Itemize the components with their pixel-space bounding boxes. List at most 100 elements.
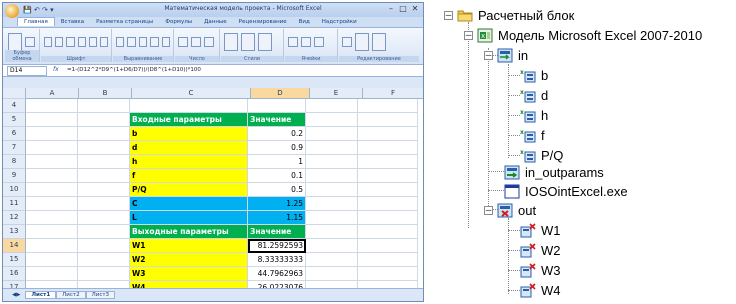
cell-d[interactable]: Значение: [248, 113, 306, 127]
format-cells-icon[interactable]: [314, 37, 324, 47]
cell-d[interactable]: 1.25: [248, 197, 306, 211]
cell-e[interactable]: [306, 267, 358, 281]
cell-b[interactable]: [78, 141, 130, 155]
row-header[interactable]: 14: [3, 239, 26, 253]
cell-e[interactable]: [306, 169, 358, 183]
cell-e[interactable]: [306, 183, 358, 197]
sheet-tab-2[interactable]: Лист2: [56, 291, 86, 299]
cell-a[interactable]: [26, 99, 78, 113]
cell-e[interactable]: [306, 99, 358, 113]
row-header[interactable]: 10: [3, 183, 26, 197]
wrap-text-icon[interactable]: [150, 37, 159, 47]
cell-c[interactable]: L: [130, 211, 248, 225]
row-header[interactable]: 6: [3, 127, 26, 141]
collapse-toggle-icon[interactable]: –: [444, 10, 453, 20]
collapse-toggle-icon[interactable]: –: [464, 30, 473, 40]
cell-c[interactable]: Выходные параметры: [130, 225, 248, 239]
cell-b[interactable]: [78, 155, 130, 169]
row-header[interactable]: 5: [3, 113, 26, 127]
fx-icon[interactable]: fx: [53, 66, 59, 73]
cell-d[interactable]: 44.7962963: [248, 267, 306, 281]
cell-c[interactable]: h: [130, 155, 248, 169]
percent-icon[interactable]: [178, 37, 188, 47]
cell-c[interactable]: d: [130, 141, 248, 155]
sheet-tab-3[interactable]: Лист3: [85, 291, 116, 299]
cell-f[interactable]: [358, 127, 418, 141]
column-header-e[interactable]: E: [310, 88, 363, 99]
border-icon[interactable]: [77, 37, 86, 47]
cell-a[interactable]: [26, 197, 78, 211]
cell-a[interactable]: [26, 113, 78, 127]
cell-c[interactable]: b: [130, 127, 248, 141]
cell-b[interactable]: [78, 239, 130, 253]
cell-c[interactable]: [130, 99, 248, 113]
tree-in-item[interactable]: x h: [520, 106, 548, 124]
close-icon[interactable]: ✕: [409, 4, 421, 13]
delete-cells-icon[interactable]: [301, 37, 311, 47]
cell-f[interactable]: [358, 211, 418, 225]
cell-e[interactable]: [306, 239, 358, 253]
cell-f[interactable]: [358, 253, 418, 267]
formula-input[interactable]: =1-(D12^2*D9^(1+D6/D7))/(D8^(1+D10))*100: [67, 66, 419, 74]
cell-a[interactable]: [26, 239, 78, 253]
select-all-corner[interactable]: [3, 88, 26, 99]
find-select-icon[interactable]: [372, 33, 386, 51]
format-table-icon[interactable]: [241, 33, 255, 51]
tree-out-item[interactable]: W1: [520, 221, 561, 239]
cell-f[interactable]: [358, 225, 418, 239]
cell-f[interactable]: [358, 99, 418, 113]
cell-d[interactable]: 0.9: [248, 141, 306, 155]
tree-in-item[interactable]: x b: [520, 66, 548, 84]
column-header-c[interactable]: C: [132, 88, 251, 99]
conditional-format-icon[interactable]: [224, 33, 238, 51]
tree-node-root[interactable]: – Расчетный блок: [444, 6, 574, 24]
office-button[interactable]: [5, 4, 19, 18]
cell-a[interactable]: [26, 169, 78, 183]
tab-data[interactable]: Данные: [198, 18, 233, 26]
paste-icon[interactable]: [8, 33, 22, 51]
cell-b[interactable]: [78, 169, 130, 183]
name-box[interactable]: D14: [7, 66, 47, 76]
cell-a[interactable]: [26, 127, 78, 141]
column-header-a[interactable]: A: [26, 88, 79, 99]
row-header[interactable]: 16: [3, 267, 26, 281]
column-header-b[interactable]: B: [79, 88, 132, 99]
cell-d[interactable]: 81.2592593: [248, 239, 306, 253]
cell-styles-icon[interactable]: [258, 33, 272, 51]
row-header[interactable]: 8: [3, 155, 26, 169]
cell-b[interactable]: [78, 113, 130, 127]
tree-in-item[interactable]: x f: [520, 126, 545, 144]
maximize-icon[interactable]: □: [397, 4, 409, 13]
cell-f[interactable]: [358, 197, 418, 211]
tab-review[interactable]: Рецензирование: [233, 18, 293, 26]
cell-f[interactable]: [358, 169, 418, 183]
quick-access-toolbar[interactable]: 💾 ↶ ↷ ▾: [23, 6, 54, 14]
row-header[interactable]: 15: [3, 253, 26, 267]
cell-e[interactable]: [306, 225, 358, 239]
cell-f[interactable]: [358, 183, 418, 197]
column-header-f[interactable]: F: [363, 88, 423, 99]
tree-node-out[interactable]: – out: [484, 201, 536, 219]
align-right-icon[interactable]: [138, 37, 148, 47]
sort-filter-icon[interactable]: [355, 33, 369, 51]
cell-f[interactable]: [358, 113, 418, 127]
cell-d[interactable]: [248, 99, 306, 113]
row-header[interactable]: 9: [3, 169, 26, 183]
cell-c[interactable]: W3: [130, 267, 248, 281]
cell-a[interactable]: [26, 183, 78, 197]
tree-node-model[interactable]: – x Модель Microsoft Excel 2007-2010: [464, 26, 702, 44]
cell-d[interactable]: 0.5: [248, 183, 306, 197]
italic-icon[interactable]: [55, 37, 64, 47]
cell-f[interactable]: [358, 155, 418, 169]
cell-a[interactable]: [26, 225, 78, 239]
collapse-toggle-icon[interactable]: –: [484, 205, 493, 215]
cell-e[interactable]: [306, 141, 358, 155]
font-color-icon[interactable]: [99, 37, 109, 47]
cell-b[interactable]: [78, 225, 130, 239]
sheet-tab-1[interactable]: Лист1: [25, 291, 57, 299]
cell-f[interactable]: [358, 239, 418, 253]
align-left-icon[interactable]: [116, 37, 125, 47]
cell-b[interactable]: [78, 183, 130, 197]
tree-in-item[interactable]: x P/Q: [520, 146, 563, 164]
cell-a[interactable]: [26, 155, 78, 169]
